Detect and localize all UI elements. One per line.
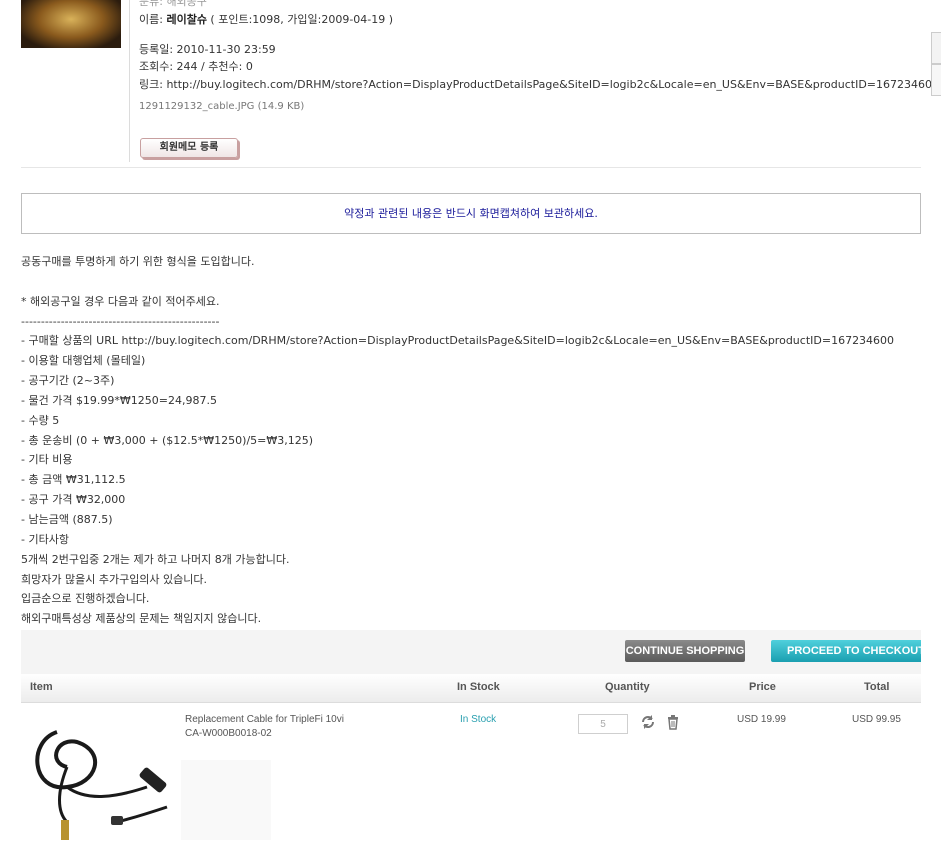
body-line: - 공구 가격 ₩32,000 <box>21 493 126 507</box>
body-line: - 총 금액 ₩31,112.5 <box>21 473 126 487</box>
header-in-stock: In Stock <box>457 681 500 693</box>
header-total: Total <box>864 681 890 693</box>
refresh-icon[interactable] <box>640 714 656 730</box>
product-name[interactable]: Replacement Cable for TripleFi 10vi <box>185 714 344 725</box>
line-total: USD 99.95 <box>852 714 901 725</box>
author-info: ( 포인트:1098, 가입일:2009-04-19 ) <box>206 13 394 26</box>
body-line: - 남는금액 (887.5) <box>21 512 113 526</box>
post-link[interactable]: 링크: http://buy.logitech.com/DRHM/store?A… <box>139 76 931 92</box>
body-line: - 구매할 상품의 URL http://buy.logitech.com/DR… <box>21 334 895 348</box>
body-line: 해외구매특성상 제품상의 문제는 책임지지 않습니다. <box>21 612 262 626</box>
view-count: 조회수: 244 / 추천수: 0 <box>139 60 253 73</box>
author-line: 이름: 레이찰슈 ( 포인트:1098, 가입일:2009-04-19 ) <box>139 11 393 27</box>
unit-price: USD 19.99 <box>737 714 786 725</box>
body-line: 희망자가 많을시 추가구입의사 있습니다. <box>21 572 208 586</box>
cart-screenshot: CONTINUE SHOPPING PROCEED TO CHECKOUT It… <box>21 630 921 842</box>
body-line: 5개씩 2번구입중 2개는 제가 하고 나머지 8개 가능합니다. <box>21 552 290 566</box>
product-thumbnail-ghost <box>181 760 271 840</box>
cart-table-header: Item In Stock Quantity Price Total <box>21 674 921 703</box>
body-line: - 물건 가격 $19.99*₩1250=24,987.5 <box>21 393 217 407</box>
side-tab[interactable] <box>931 32 941 64</box>
body-line: - 이용할 대행업체 (몰테일) <box>21 354 146 368</box>
notice-box: 약정과 관련된 내용은 반드시 화면캡쳐하여 보관하세요. <box>21 193 921 234</box>
stock-status: In Stock <box>460 714 497 725</box>
proceed-to-checkout-button[interactable]: PROCEED TO CHECKOUT <box>771 640 921 662</box>
header-price: Price <box>749 681 776 693</box>
body-line: ----------------------------------------… <box>21 314 220 328</box>
body-line: - 기타사항 <box>21 532 69 546</box>
attachment-link[interactable]: 1291129132_cable.JPG (14.9 KB) <box>139 101 304 112</box>
trash-icon[interactable] <box>665 714 681 730</box>
body-line: - 수량 5 <box>21 413 60 427</box>
author-thumbnail <box>21 0 121 48</box>
divider <box>129 0 130 162</box>
author-label: 이름: <box>139 13 167 26</box>
body-line: 입금순으로 진행하겠습니다. <box>21 592 150 606</box>
body-line: - 총 운송비 (0 + ₩3,000 + ($12.5*₩1250)/5=₩3… <box>21 433 314 447</box>
body-line: - 기타 비용 <box>21 453 73 467</box>
header-item: Item <box>30 681 53 693</box>
body-line <box>21 272 894 292</box>
product-sku: CA-W000B0018-02 <box>185 728 272 739</box>
post-body: 공동구매를 투명하게 하기 위한 형식을 도입합니다. * 해외공구일 경우 다음… <box>21 252 894 629</box>
continue-shopping-button[interactable]: CONTINUE SHOPPING <box>625 640 745 662</box>
quantity-input[interactable] <box>578 714 628 734</box>
category-line: 분류: 해외공구 <box>139 0 207 8</box>
registered-date: 등록일: 2010-11-30 23:59 <box>139 43 276 56</box>
side-tab[interactable] <box>931 64 941 96</box>
author-name[interactable]: 레이찰슈 <box>166 13 206 26</box>
body-line: * 해외공구일 경우 다음과 같이 적어주세요. <box>21 294 220 308</box>
member-memo-button[interactable]: 회원메모 등록 <box>140 138 238 158</box>
body-line: 공동구매를 투명하게 하기 위한 형식을 도입합니다. <box>21 255 255 268</box>
body-line: - 공구기간 (2~3주) <box>21 374 115 388</box>
section-divider <box>21 167 921 168</box>
header-quantity: Quantity <box>605 681 650 693</box>
product-image <box>27 712 177 842</box>
